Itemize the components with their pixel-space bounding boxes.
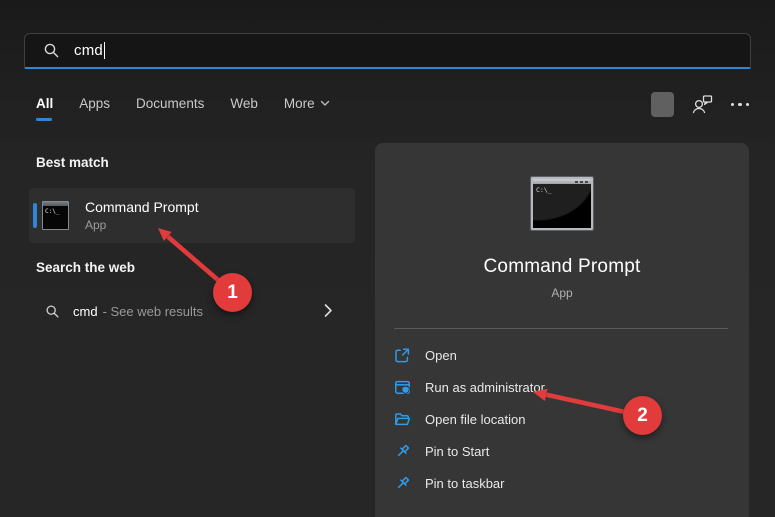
search-filter-tabs: All Apps Documents Web More (36, 96, 330, 121)
pin-icon (394, 475, 411, 492)
tab-apps[interactable]: Apps (79, 96, 110, 121)
preview-title: Command Prompt (375, 256, 749, 278)
chevron-right-icon[interactable] (323, 303, 333, 318)
annotation-badge-2: 2 (623, 396, 662, 435)
annotation-arrow-1 (168, 237, 218, 280)
best-match-heading: Best match (36, 155, 109, 170)
action-open-file-location[interactable]: Open file location (375, 403, 749, 435)
best-match-result[interactable]: C:\_ Command Prompt App (29, 188, 355, 243)
run-as-admin-icon (394, 379, 411, 396)
avatar[interactable] (651, 92, 674, 117)
search-icon (43, 42, 60, 59)
chevron-down-icon (320, 100, 330, 107)
windows-search-panel: cmd All Apps Documents Web More Best mat… (0, 0, 775, 517)
command-prompt-icon: C:\_ (531, 177, 593, 230)
more-options-icon[interactable] (731, 103, 750, 107)
action-open[interactable]: Open (375, 339, 749, 371)
text-caret (104, 42, 105, 59)
web-query-text: cmd (73, 304, 98, 319)
web-result-row[interactable]: cmd - See web results (29, 290, 355, 332)
command-prompt-icon: C:\_ (42, 201, 69, 230)
result-subtitle: App (85, 218, 199, 232)
search-the-web-heading: Search the web (36, 260, 135, 275)
tab-all[interactable]: All (36, 96, 53, 121)
annotation-badge-1: 1 (213, 273, 252, 312)
result-title: Command Prompt (85, 199, 199, 215)
action-pin-to-taskbar[interactable]: Pin to taskbar (375, 467, 749, 499)
action-pin-to-start[interactable]: Pin to Start (375, 435, 749, 467)
folder-icon (394, 411, 411, 428)
web-result-suffix: - See web results (103, 304, 203, 319)
open-icon (394, 347, 411, 364)
contact-feedback-icon[interactable] (691, 93, 714, 116)
tab-more[interactable]: More (284, 96, 330, 121)
search-header-icons (651, 92, 750, 117)
action-run-as-administrator[interactable]: Run as administrator (375, 371, 749, 403)
search-query-text: cmd (74, 42, 103, 59)
search-input[interactable]: cmd (24, 33, 751, 69)
preview-pane: C:\_ Command Prompt App Open Run as (375, 143, 749, 517)
divider (394, 328, 728, 329)
action-list: Open Run as administrator Open file loca… (375, 339, 749, 499)
preview-subtitle: App (375, 286, 749, 300)
pin-icon (394, 443, 411, 460)
search-icon (45, 304, 60, 319)
selection-accent-bar (33, 203, 37, 228)
tab-documents[interactable]: Documents (136, 96, 204, 121)
tab-web[interactable]: Web (230, 96, 258, 121)
